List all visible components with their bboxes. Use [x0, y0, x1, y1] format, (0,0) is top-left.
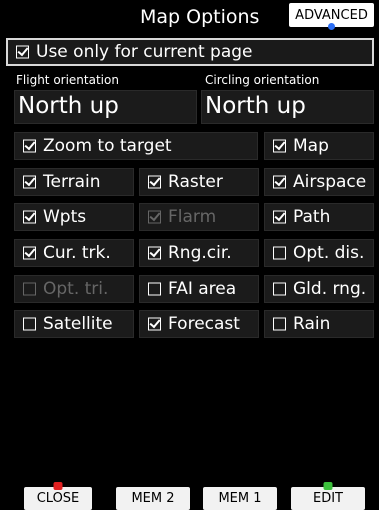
opt-dis-checkbox[interactable]: Opt. dis.: [264, 239, 374, 267]
rng-cir-checkbox[interactable]: Rng.cir.: [139, 239, 259, 267]
forecast-label: Forecast: [168, 314, 240, 334]
fai-area-checkbox[interactable]: FAI area: [139, 275, 259, 303]
zoom-to-target-label: Zoom to target: [43, 136, 172, 156]
raster-checkbox[interactable]: Raster: [139, 168, 259, 196]
title-bar: Map Options ADVANCED: [0, 0, 379, 32]
checkbox-icon: [273, 175, 286, 189]
advanced-button[interactable]: ADVANCED: [289, 3, 374, 30]
checkbox-icon: [148, 210, 161, 224]
checkbox-icon: [148, 246, 161, 260]
flight-orientation-value: North up: [18, 93, 119, 119]
checkbox-icon: [23, 282, 36, 296]
flarm-checkbox[interactable]: Flarm: [139, 203, 259, 231]
checkbox-icon: [273, 246, 286, 260]
checkbox-icon: [23, 139, 36, 153]
rain-label: Rain: [293, 314, 331, 334]
advanced-indicator-icon: [328, 23, 335, 30]
map-checkbox[interactable]: Map: [264, 132, 374, 160]
checkbox-icon: [273, 139, 286, 153]
edit-button-label: EDIT: [313, 491, 343, 506]
opt-dis-label: Opt. dis.: [293, 243, 365, 263]
path-checkbox[interactable]: Path: [264, 203, 374, 231]
checkbox-icon: [273, 210, 286, 224]
satellite-checkbox[interactable]: Satellite: [14, 310, 134, 338]
checkbox-icon: [148, 175, 161, 189]
gld-rng-checkbox[interactable]: Gld. rng.: [264, 275, 374, 303]
use-current-page-label: Use only for current page: [36, 42, 253, 62]
gld-rng-label: Gld. rng.: [293, 279, 367, 299]
satellite-label: Satellite: [43, 314, 113, 334]
page-title: Map Options: [140, 6, 260, 28]
mem1-button-label: MEM 1: [218, 491, 262, 506]
checkbox-icon: [23, 210, 36, 224]
checkbox-icon: [148, 282, 161, 296]
path-label: Path: [293, 207, 331, 227]
map-label: Map: [293, 136, 329, 156]
circling-orientation-label: Circling orientation: [205, 73, 320, 87]
circling-orientation-value: North up: [205, 93, 306, 119]
airspace-checkbox[interactable]: Airspace: [264, 168, 374, 196]
checkbox-icon: [23, 175, 36, 189]
mem1-button[interactable]: MEM 1: [203, 487, 277, 510]
cur-trk-checkbox[interactable]: Cur. trk.: [14, 239, 134, 267]
checkbox-icon: [23, 317, 36, 331]
checkbox-icon: [148, 317, 161, 331]
edit-button[interactable]: EDIT: [291, 482, 365, 510]
advanced-label: ADVANCED: [295, 7, 368, 23]
opt-tri-checkbox[interactable]: Opt. tri.: [14, 275, 134, 303]
checkbox-icon: [16, 45, 29, 59]
opt-tri-label: Opt. tri.: [43, 279, 109, 299]
flight-orientation-select[interactable]: North up: [14, 90, 197, 124]
fai-area-label: FAI area: [168, 279, 237, 299]
edit-indicator-icon: [323, 482, 333, 490]
mem2-button-label: MEM 2: [131, 491, 175, 506]
cur-trk-label: Cur. trk.: [43, 243, 111, 263]
terrain-label: Terrain: [43, 172, 101, 192]
rng-cir-label: Rng.cir.: [168, 243, 232, 263]
zoom-to-target-checkbox[interactable]: Zoom to target: [14, 132, 258, 160]
forecast-checkbox[interactable]: Forecast: [139, 310, 259, 338]
terrain-checkbox[interactable]: Terrain: [14, 168, 134, 196]
airspace-label: Airspace: [293, 172, 367, 192]
flight-orientation-label: Flight orientation: [16, 73, 119, 87]
close-button[interactable]: CLOSE: [24, 482, 92, 510]
wpts-label: Wpts: [43, 207, 87, 227]
checkbox-icon: [23, 246, 36, 260]
mem2-button[interactable]: MEM 2: [116, 487, 190, 510]
close-indicator-icon: [53, 482, 63, 490]
close-button-label: CLOSE: [36, 491, 80, 506]
wpts-checkbox[interactable]: Wpts: [14, 203, 134, 231]
checkbox-icon: [273, 282, 286, 296]
rain-checkbox[interactable]: Rain: [264, 310, 374, 338]
checkbox-icon: [273, 317, 286, 331]
raster-label: Raster: [168, 172, 223, 192]
circling-orientation-select[interactable]: North up: [201, 90, 374, 124]
use-current-page-checkbox[interactable]: Use only for current page: [6, 38, 374, 66]
flarm-label: Flarm: [168, 207, 217, 227]
